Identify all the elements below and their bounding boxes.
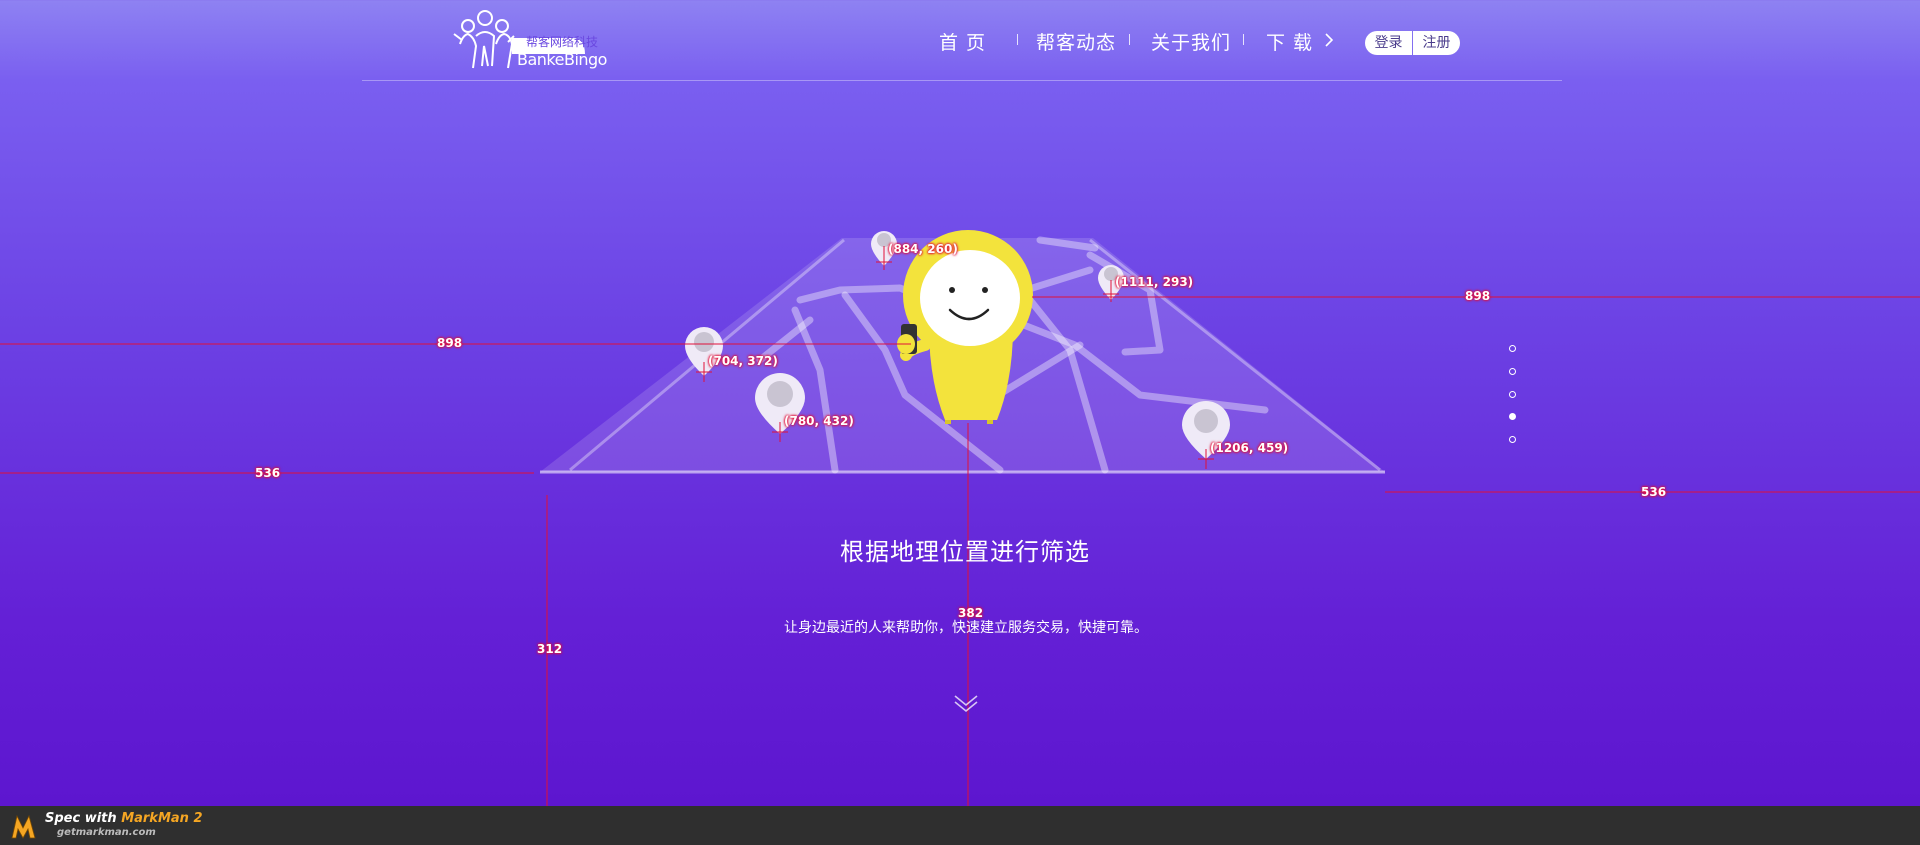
measure-left-base: 536 <box>255 466 281 480</box>
hero-illustration <box>0 230 1920 806</box>
slide-dot-5[interactable] <box>1509 436 1516 443</box>
hero-subtitle: 让身边最近的人来帮助你，快速建立服务交易，快捷可靠。 <box>784 620 1148 636</box>
measure-left-height: 312 <box>537 642 563 656</box>
markman-spec-text: Spec with MarkMan 2 <box>45 811 203 826</box>
pin-4-coordinates: (780, 432) <box>784 414 854 428</box>
slide-dot-2[interactable] <box>1509 368 1516 375</box>
markman-logo-icon <box>11 814 36 839</box>
markman-brand: MarkMan 2 <box>121 811 203 826</box>
measure-left-top: 898 <box>437 336 463 350</box>
double-chevron-down-icon[interactable] <box>952 692 980 714</box>
pin-1-coordinates: (884, 260) <box>888 242 958 256</box>
slide-dot-4-active[interactable] <box>1509 413 1516 420</box>
pin-3-coordinates: (704, 372) <box>708 354 778 368</box>
slide-pagination <box>1509 345 1519 449</box>
slide-dot-1[interactable] <box>1509 345 1516 352</box>
markman-footer: Spec with MarkMan 2 getmarkman.com <box>0 806 1920 845</box>
slide-dot-3[interactable] <box>1509 391 1516 398</box>
measure-right-top: 898 <box>1465 289 1491 303</box>
spec-prefix: Spec with <box>45 811 122 826</box>
pin-5-coordinates: (1206, 459) <box>1210 441 1289 455</box>
markman-site[interactable]: getmarkman.com <box>57 827 156 838</box>
measure-right-base: 536 <box>1641 485 1667 499</box>
hero-title: 根据地理位置进行筛选 <box>840 538 1090 566</box>
pin-2-coordinates: (1111, 293) <box>1115 275 1194 289</box>
